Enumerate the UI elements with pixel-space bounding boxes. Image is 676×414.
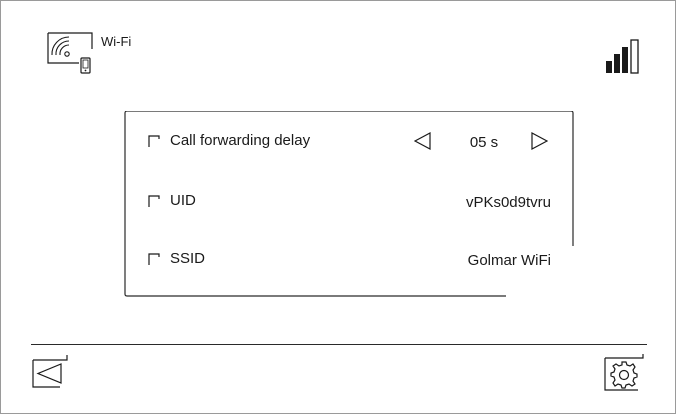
row-corner-icon bbox=[148, 194, 162, 208]
settings-panel: Call forwarding delay 05 s UID vPKs0d9tv… bbox=[124, 111, 574, 297]
settings-row-uid[interactable]: UID vPKs0d9tvru bbox=[124, 187, 574, 213]
row-label: Call forwarding delay bbox=[170, 132, 311, 149]
settings-row-call-forwarding-delay[interactable]: Call forwarding delay 05 s bbox=[124, 127, 574, 153]
decrease-arrow-icon[interactable] bbox=[413, 132, 432, 150]
row-value: vPKs0d9tvru bbox=[465, 194, 551, 211]
row-corner-icon bbox=[148, 134, 162, 148]
gear-icon bbox=[604, 354, 644, 391]
footer-divider bbox=[31, 344, 647, 345]
wifi-phone-icon bbox=[47, 31, 93, 75]
row-corner-icon bbox=[148, 252, 162, 266]
signal-strength-icon bbox=[605, 39, 641, 77]
row-value: Golmar WiFi bbox=[467, 252, 551, 269]
row-value: 05 s bbox=[469, 134, 499, 151]
row-label: SSID bbox=[170, 250, 206, 267]
back-button[interactable] bbox=[32, 354, 68, 388]
increase-arrow-icon[interactable] bbox=[530, 132, 549, 150]
settings-row-ssid[interactable]: SSID Golmar WiFi bbox=[124, 245, 574, 271]
settings-button[interactable] bbox=[604, 353, 644, 391]
back-triangle-icon bbox=[32, 355, 68, 388]
row-label: UID bbox=[170, 192, 196, 209]
intercom-screen: Wi-Fi Call forwarding delay 05 s UID vPK… bbox=[0, 0, 676, 414]
page-title: Wi-Fi bbox=[101, 34, 132, 49]
